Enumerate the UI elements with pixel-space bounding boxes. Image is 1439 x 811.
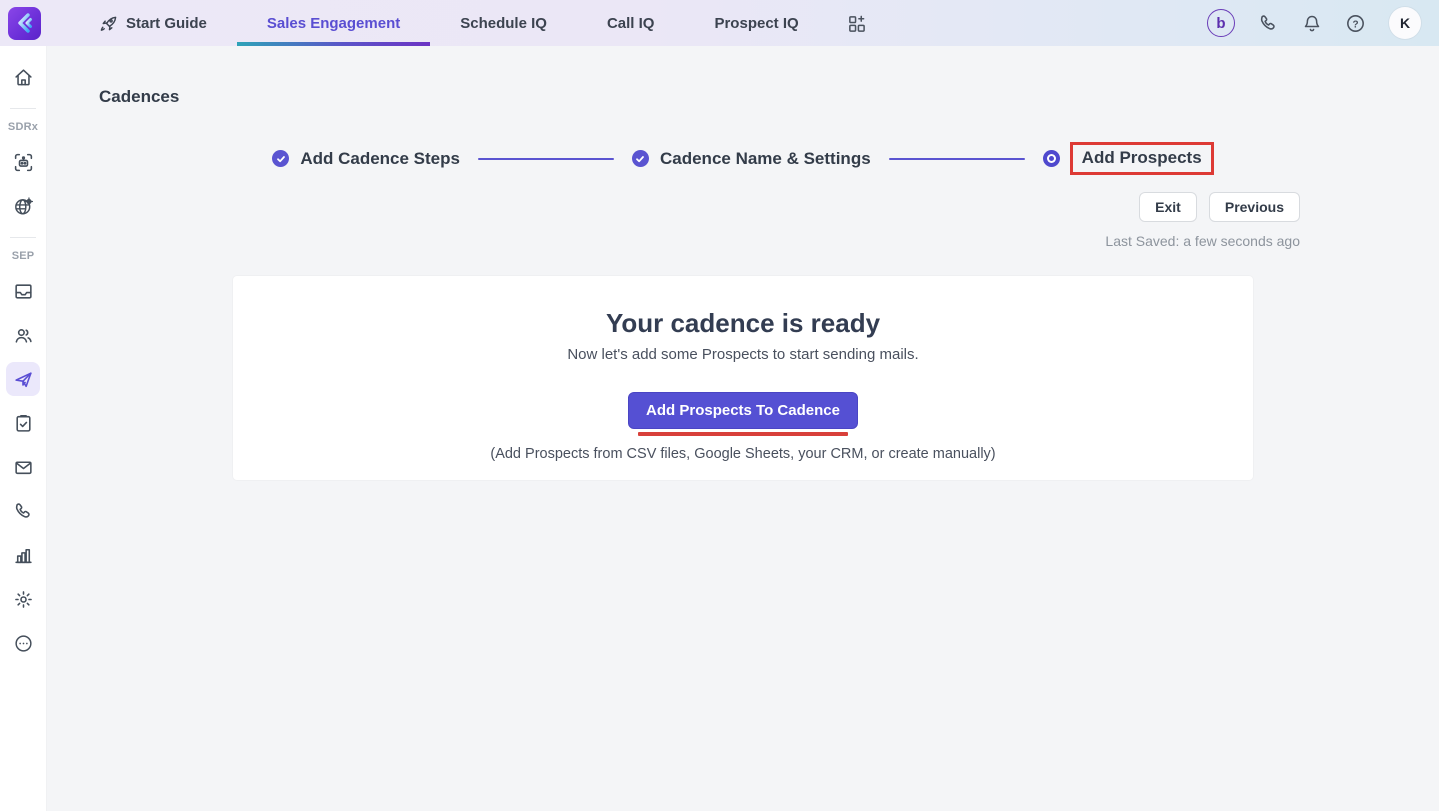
more-icon <box>14 634 32 652</box>
globe-gear-icon <box>14 196 33 214</box>
exit-button[interactable]: Exit <box>1139 192 1197 222</box>
inbox-icon <box>14 283 32 299</box>
top-nav: Start Guide Sales Engagement Schedule IQ… <box>69 0 884 46</box>
phone-icon <box>1260 14 1275 30</box>
klenty-logo[interactable] <box>8 6 41 40</box>
tab-label: Call IQ <box>606 14 655 32</box>
sidebar-item-reports[interactable] <box>6 538 40 572</box>
gear-icon <box>14 590 32 608</box>
sidebar-divider <box>10 237 36 238</box>
sidebar-section-sdrx: SDRx <box>7 121 39 133</box>
clipboard-check-icon <box>15 414 31 432</box>
check-icon <box>631 150 649 167</box>
annotation-red-underline <box>638 432 848 436</box>
mail-icon <box>14 460 32 474</box>
apps-grid-icon <box>847 14 866 33</box>
phone-icon <box>15 502 30 518</box>
tab-label: Start Guide <box>126 14 207 32</box>
sidebar-item-cadences[interactable] <box>6 362 40 396</box>
step-cadence-name-settings[interactable]: Cadence Name & Settings <box>631 148 871 169</box>
stepper-connector <box>477 157 614 160</box>
apps-grid-button[interactable] <box>829 0 884 46</box>
sidebar-item-more[interactable] <box>6 626 40 660</box>
card-title: Your cadence is ready <box>605 308 881 338</box>
b-badge-icon[interactable]: b <box>1207 9 1235 37</box>
avatar-initial: K <box>1399 15 1411 31</box>
sidebar-item-home[interactable] <box>6 60 40 94</box>
tab-label: Prospect IQ <box>714 14 799 32</box>
card-hint: (Add Prospects from CSV files, Google Sh… <box>490 446 996 462</box>
bot-scan-icon <box>14 153 32 171</box>
topbar-right: b ? K <box>1207 7 1439 39</box>
tab-schedule-iq[interactable]: Schedule IQ <box>430 0 577 46</box>
sidebar-item-inbox[interactable] <box>6 274 40 308</box>
help-icon: ? <box>1347 14 1364 32</box>
rocket-icon <box>99 14 118 33</box>
home-icon <box>14 68 32 85</box>
annotation-red-box: Add Prospects <box>1069 142 1214 175</box>
sidebar-item-tasks[interactable] <box>6 406 40 440</box>
add-prospects-to-cadence-button[interactable]: Add Prospects To Cadence <box>628 392 858 429</box>
stepper-connector <box>888 157 1025 160</box>
page-title: Cadences <box>99 87 180 106</box>
tab-call-iq[interactable]: Call IQ <box>577 0 685 46</box>
dialer-button[interactable] <box>1258 13 1279 34</box>
check-icon <box>272 150 290 167</box>
cadence-stepper: Add Cadence Steps Cadence Name & Setting… <box>47 142 1439 175</box>
step-add-cadence-steps[interactable]: Add Cadence Steps <box>272 149 460 169</box>
users-icon <box>15 328 32 343</box>
header-actions: Exit Previous <box>1139 192 1300 222</box>
paper-plane-icon <box>14 371 32 387</box>
sidebar: SDRx SEP <box>0 46 47 811</box>
tab-label: Sales Engagement <box>266 14 401 32</box>
sidebar-item-calls[interactable] <box>6 494 40 528</box>
main-content: Cadences Add Cadence Steps Cadence Name … <box>47 46 1439 811</box>
step-label: Cadence Name & Settings <box>659 148 871 168</box>
step-add-prospects[interactable]: Add Prospects <box>1042 142 1214 175</box>
tab-start-guide[interactable]: Start Guide <box>69 0 237 46</box>
bell-icon <box>1304 15 1320 31</box>
svg-text:?: ? <box>1352 19 1358 30</box>
last-saved-status: Last Saved: a few seconds ago <box>1105 233 1300 249</box>
sidebar-section-sep: SEP <box>11 250 35 262</box>
sidebar-item-web-agent[interactable] <box>6 189 40 223</box>
card-subtitle: Now let's add some Prospects to start se… <box>567 346 919 363</box>
radio-current-icon <box>1042 150 1060 167</box>
user-avatar[interactable]: K <box>1389 7 1421 39</box>
sidebar-divider <box>10 108 36 109</box>
help-button[interactable]: ? <box>1345 13 1366 34</box>
cadence-ready-card: Your cadence is ready Now let's add some… <box>233 276 1253 480</box>
b-badge-letter: b <box>1216 14 1226 32</box>
bar-chart-icon <box>14 548 32 563</box>
topbar: Start Guide Sales Engagement Schedule IQ… <box>0 0 1439 46</box>
step-label: Add Cadence Steps <box>300 148 460 168</box>
notifications-button[interactable] <box>1302 13 1322 34</box>
tab-sales-engagement[interactable]: Sales Engagement <box>236 0 431 46</box>
step-label: Add Prospects <box>1081 148 1202 167</box>
sidebar-item-emails[interactable] <box>6 450 40 484</box>
sidebar-item-ai-sdr[interactable] <box>6 145 40 179</box>
tab-label: Schedule IQ <box>460 14 547 32</box>
previous-button[interactable]: Previous <box>1208 192 1300 222</box>
tab-prospect-iq[interactable]: Prospect IQ <box>684 0 828 46</box>
sidebar-item-settings[interactable] <box>6 582 40 616</box>
sidebar-item-prospects[interactable] <box>6 318 40 352</box>
